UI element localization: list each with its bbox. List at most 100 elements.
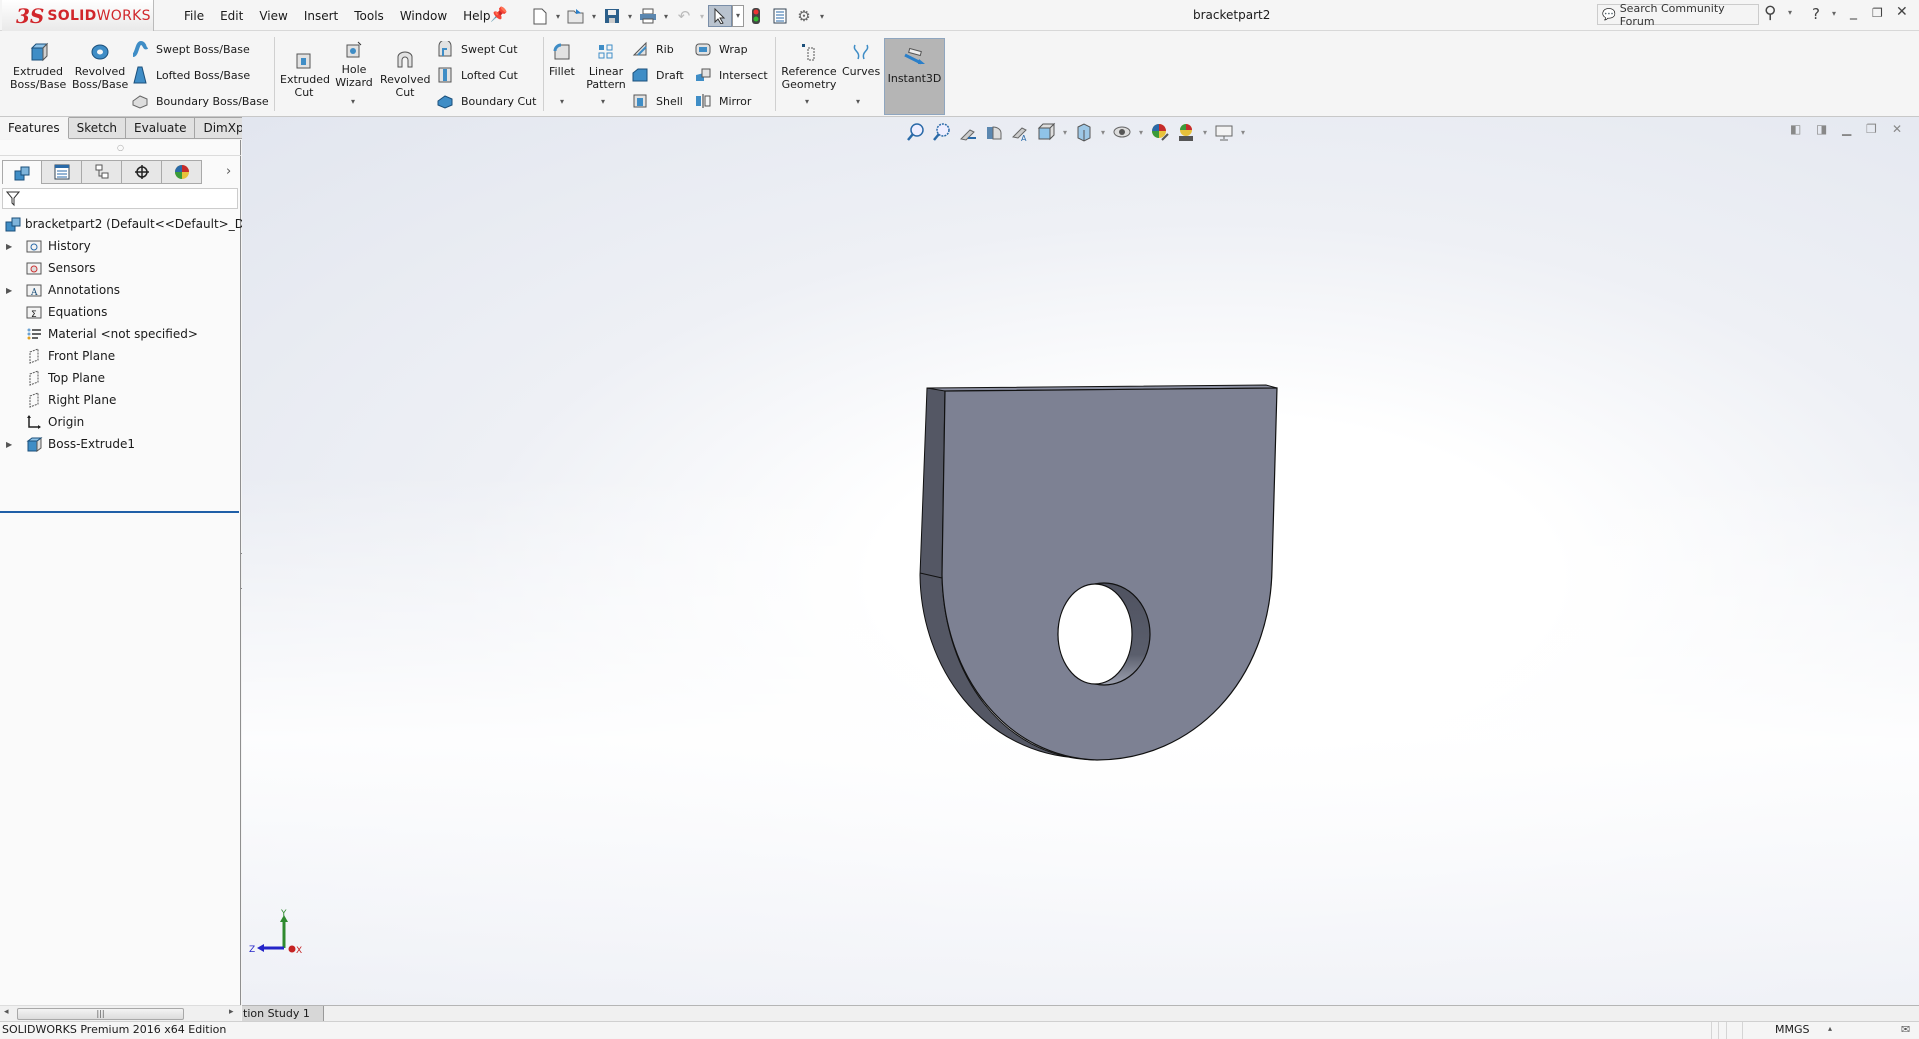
motion-study-tab[interactable]: tion Study 1 [242,1006,324,1022]
draft-button[interactable]: Draft [631,65,684,85]
revolved-cut-button[interactable]: Revolved Cut [380,49,430,99]
part-front-face [941,387,1278,761]
curves-button[interactable]: Curves [842,41,880,78]
swept-boss-button[interactable]: Swept Boss/Base [131,39,250,59]
tree-item-history[interactable]: ▶ History [0,235,241,257]
new-document-icon[interactable] [528,5,552,27]
menu-insert[interactable]: Insert [296,9,346,23]
curves-dropdown[interactable]: ▾ [856,97,860,106]
select-cursor-icon[interactable] [708,5,732,27]
lofted-boss-button[interactable]: Lofted Boss/Base [131,65,250,85]
hole-wizard-dropdown[interactable]: ▾ [351,97,355,106]
expand-arrow-icon[interactable]: ▶ [6,286,12,295]
select-dropdown[interactable]: ▾ [732,5,744,27]
shell-button[interactable]: Shell [631,91,683,111]
command-manager: Extruded Boss/Base Revolved Boss/Base Sw… [0,31,1919,117]
scroll-left-arrow-icon[interactable]: ◂ [4,1007,9,1017]
tree-item-equations[interactable]: Σ Equations [0,301,241,323]
reference-geometry-button[interactable]: Reference Geometry [781,41,837,91]
featuremanager-tab-icon[interactable] [2,160,42,184]
tree-item-front-plane[interactable]: Front Plane [0,345,241,367]
intersect-label: Intersect [719,68,768,82]
options-dropdown[interactable]: ▾ [816,12,828,21]
tab-features[interactable]: Features [0,117,69,139]
rib-button[interactable]: Rib [631,39,674,59]
extruded-boss-button[interactable]: Extruded Boss/Base [10,41,66,91]
community-chat-icon: 💬 [1602,8,1616,21]
tree-root-part[interactable]: bracketpart2 (Default<<Default>_Displa [0,213,272,235]
new-dropdown[interactable]: ▾ [552,12,564,21]
revolved-boss-button[interactable]: Revolved Boss/Base [72,41,128,91]
boundary-cut-button[interactable]: Boundary Cut [436,91,536,111]
linear-pattern-button[interactable]: Linear Pattern [585,41,627,91]
help-dropdown[interactable]: ▾ [1832,9,1836,18]
options-gear-icon[interactable]: ⚙ [792,5,816,27]
print-dropdown[interactable]: ▾ [660,12,672,21]
restore-icon[interactable]: ❐ [1872,6,1883,20]
search-dropdown[interactable]: ▾ [1788,8,1792,17]
reference-geometry-dropdown[interactable]: ▾ [805,97,809,106]
solidworks-logo[interactable]: 3S SOLIDWORKS [2,0,154,31]
expand-arrow-icon[interactable]: ▶ [6,440,12,449]
tree-item-boss-extrude1[interactable]: ▶ Boss-Extrude1 [0,433,241,455]
pin-menu-icon[interactable]: 📌 [490,7,507,23]
propertymanager-tab-icon[interactable] [42,160,82,184]
close-icon[interactable]: ✕ [1896,4,1908,20]
unit-system[interactable]: MMGS [1775,1023,1810,1036]
bracket-part-model[interactable] [242,117,1919,1005]
menu-window[interactable]: Window [392,9,455,23]
tab-evaluate[interactable]: Evaluate [126,117,196,139]
wrap-button[interactable]: Wrap [694,39,748,59]
extruded-cut-button[interactable]: Extruded Cut [280,49,330,99]
linear-pattern-dropdown[interactable]: ▾ [601,97,605,106]
boundary-boss-button[interactable]: Boundary Boss/Base [131,91,269,111]
tree-item-material[interactable]: Material <not specified> [0,323,241,345]
undo-dropdown[interactable]: ▾ [696,12,708,21]
scroll-right-arrow-icon[interactable]: ▸ [229,1007,234,1017]
file-properties-icon[interactable] [768,5,792,27]
fillet-dropdown[interactable]: ▾ [560,97,564,106]
tree-item-sensors[interactable]: Sensors [0,257,241,279]
minimize-icon[interactable]: _ [1850,4,1857,20]
tree-item-right-plane[interactable]: Right Plane [0,389,241,411]
save-icon[interactable] [600,5,624,27]
tree-item-top-plane[interactable]: Top Plane [0,367,241,389]
scrollbar-thumb[interactable]: ||| [17,1008,184,1020]
rollback-bar[interactable] [0,511,239,513]
svg-text:A: A [30,288,38,297]
swept-cut-button[interactable]: Swept Cut [436,39,518,59]
tab-sketch[interactable]: Sketch [68,117,127,139]
menu-file[interactable]: File [176,9,212,23]
status-message-icon[interactable]: ✉ [1901,1023,1910,1036]
menu-tools[interactable]: Tools [346,9,392,23]
configurationmanager-tab-icon[interactable] [82,160,122,184]
expand-arrow-icon[interactable]: ▶ [6,242,12,251]
intersect-button[interactable]: Intersect [694,65,768,85]
undo-icon[interactable]: ↶ [672,5,696,27]
tree-item-annotations[interactable]: ▶ A Annotations [0,279,241,301]
tree-item-origin[interactable]: Origin [0,411,241,433]
rebuild-traffic-light-icon[interactable] [744,5,768,27]
open-dropdown[interactable]: ▾ [588,12,600,21]
instant3d-toggle[interactable]: Instant3D [884,38,945,115]
dimxpertmanager-tab-icon[interactable] [122,160,162,184]
fillet-button[interactable]: Fillet [549,41,575,78]
help-icon[interactable]: ? [1812,5,1820,23]
search-icon[interactable]: ⚲ [1764,3,1776,23]
graphics-area[interactable]: A ▾ ▾ ▾ ▾ ▾ ◧ ◨ ▁ ❐ ✕ [242,117,1919,1005]
panel-resize-grip[interactable]: ○ [0,140,241,156]
more-tabs-chevron-icon[interactable]: › [226,164,231,179]
menu-edit[interactable]: Edit [212,9,251,23]
search-community-forum[interactable]: 💬 Search Community Forum [1597,2,1759,28]
displaymanager-tab-icon[interactable] [162,160,202,184]
tree-horizontal-scrollbar[interactable]: ◂ ||| ▸ [0,1005,241,1021]
hole-wizard-button[interactable]: Hole Wizard [334,39,374,89]
open-folder-icon[interactable] [564,5,588,27]
menu-view[interactable]: View [251,9,295,23]
save-dropdown[interactable]: ▾ [624,12,636,21]
print-icon[interactable] [636,5,660,27]
lofted-cut-button[interactable]: Lofted Cut [436,65,518,85]
mirror-button[interactable]: Mirror [694,91,751,111]
unit-system-dropdown[interactable]: ▴ [1828,1024,1832,1033]
tree-filter-input[interactable] [2,188,238,209]
